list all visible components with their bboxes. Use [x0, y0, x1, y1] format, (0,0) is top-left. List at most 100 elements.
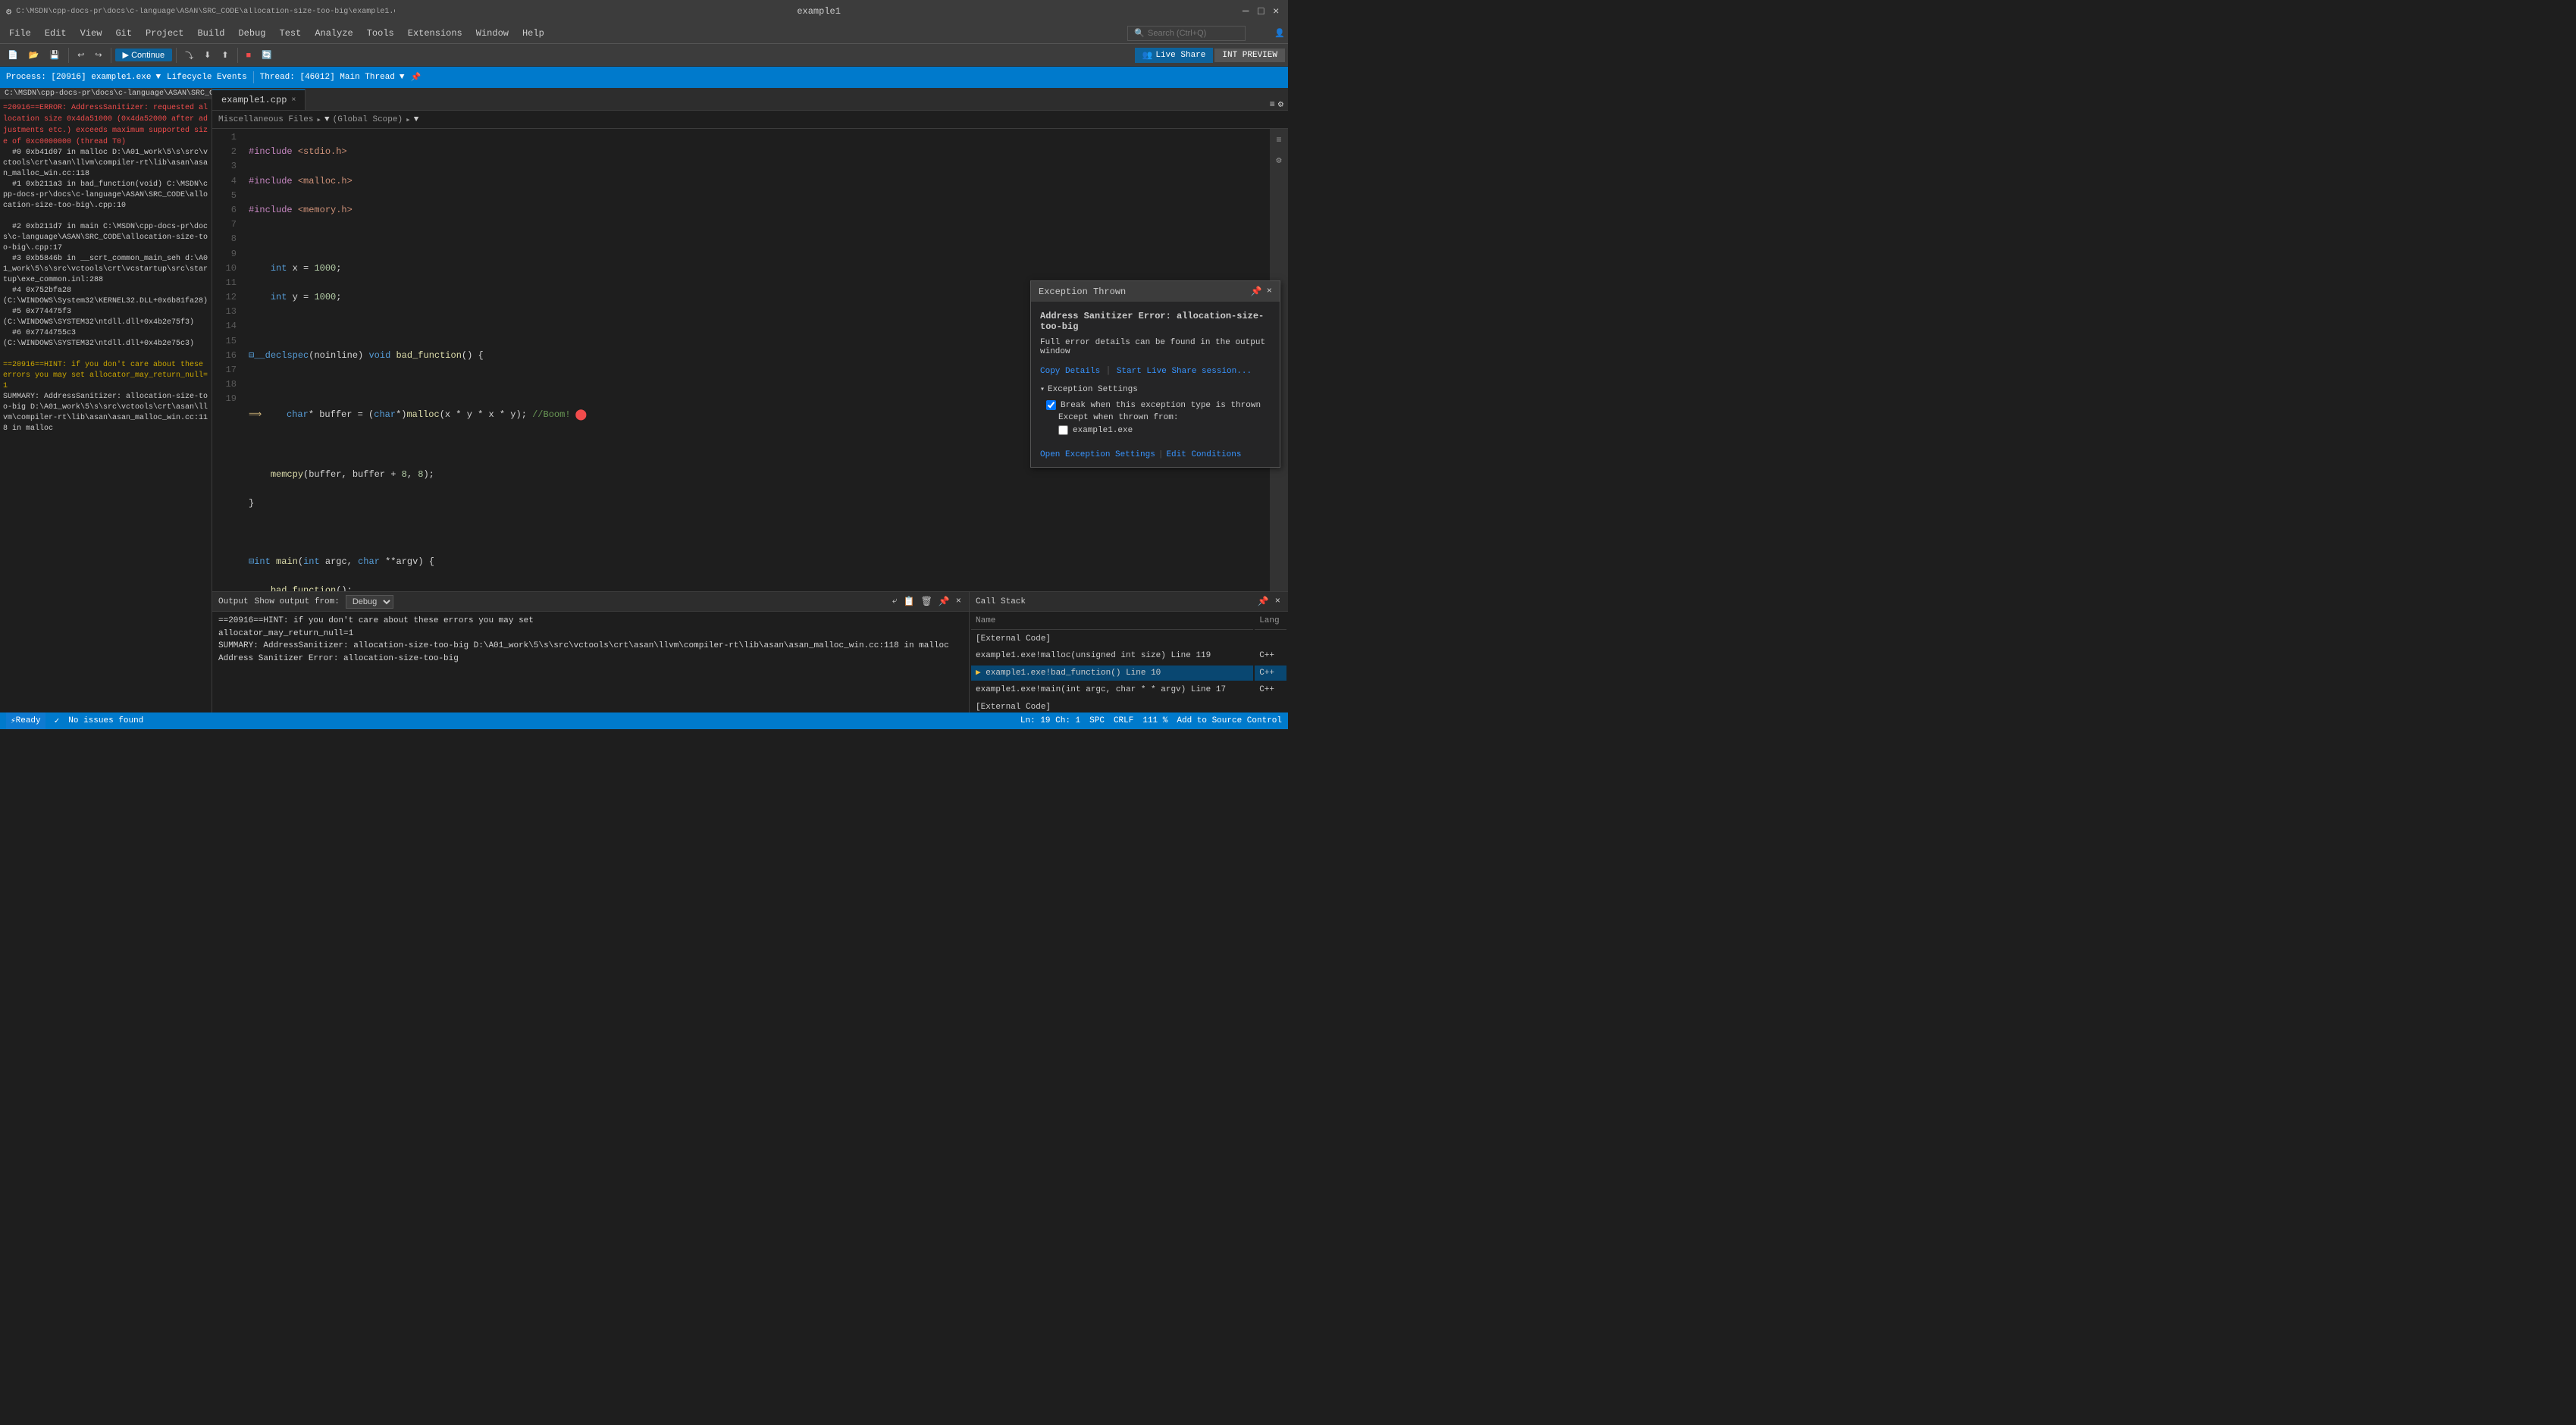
call-stack-row-2[interactable]: ▶ example1.exe!bad_function() Line 10 C+… — [971, 666, 1286, 681]
menu-help[interactable]: Help — [516, 25, 550, 42]
output-clear-btn[interactable]: 🗑 — [920, 594, 934, 609]
call-stack-row-3[interactable]: example1.exe!main(int argc, char * * arg… — [971, 682, 1286, 698]
toolbar-btn-new[interactable]: 📄 — [3, 49, 23, 61]
status-encoding[interactable]: SPC — [1089, 716, 1105, 725]
output-show-label: Show output from: — [255, 597, 340, 606]
breadcrumb-files[interactable]: Miscellaneous Files — [218, 115, 313, 124]
status-issues[interactable]: No issues found — [68, 716, 143, 725]
example-exe-checkbox[interactable] — [1058, 425, 1068, 435]
search-bar[interactable]: 🔍 — [1127, 26, 1246, 41]
output-source-dropdown[interactable]: Debug — [346, 595, 393, 609]
call-stack-name-0: [External Code] — [971, 631, 1253, 647]
minimize-button[interactable]: ─ — [1243, 7, 1252, 16]
call-stack-row-4[interactable]: [External Code] — [971, 700, 1286, 713]
status-bar-right: Ln: 19 Ch: 1 SPC CRLF 111 % Add to Sourc… — [1020, 716, 1282, 725]
settings-triangle-icon: ▾ — [1040, 385, 1045, 394]
call-stack-row-1[interactable]: example1.exe!malloc(unsigned int size) L… — [971, 648, 1286, 664]
status-zoom[interactable]: 111 % — [1142, 716, 1167, 725]
title-bar-right[interactable]: ─ □ × — [1243, 7, 1282, 16]
toolbar-btn-step-over[interactable]: ⤵ — [180, 48, 198, 63]
output-pin-btn[interactable]: 📌 — [937, 594, 951, 609]
toolbar: 📄 📂 💾 ↩ ↪ ▶ Continue ⤵ ⬇ ⬆ ■ 🔄 👥 Live Sh… — [0, 44, 1288, 67]
toolbar-btn-step-out[interactable]: ⬆ — [217, 49, 233, 61]
status-ready[interactable]: ⚡ Ready — [6, 712, 45, 729]
menu-file[interactable]: File — [3, 25, 37, 42]
tab-close-button[interactable]: × — [291, 96, 296, 105]
menu-build[interactable]: Build — [191, 25, 230, 42]
menu-debug[interactable]: Debug — [232, 25, 271, 42]
menu-test[interactable]: Test — [274, 25, 308, 42]
settings-icon[interactable]: ⚙ — [1278, 99, 1283, 110]
debug-bar-pin[interactable]: 📌 — [411, 72, 426, 83]
main-layout: C:\MSDN\cpp-docs-pr\docs\c-language\ASAN… — [0, 88, 1288, 712]
process-info: Process: [20916] example1.exe ▼ — [6, 73, 161, 82]
int-preview-button[interactable]: INT PREVIEW — [1214, 49, 1285, 62]
toolbar-btn-restart[interactable]: 🔄 — [257, 49, 277, 61]
toolbar-btn-stop[interactable]: ■ — [242, 49, 256, 61]
call-stack-close-btn[interactable]: × — [1274, 594, 1282, 609]
menu-analyze[interactable]: Analyze — [309, 25, 359, 42]
output-panel-actions: ⤶ 📋 🗑 📌 × — [891, 594, 963, 609]
search-icon: 🔍 — [1134, 28, 1145, 39]
open-exception-settings-link[interactable]: Open Exception Settings — [1040, 450, 1155, 459]
call-stack-name-1: example1.exe!malloc(unsigned int size) L… — [971, 648, 1253, 664]
toolbar-btn-undo[interactable]: ↩ — [73, 49, 89, 61]
breadcrumb-sep1: ▸ — [316, 114, 321, 125]
breadcrumb-scope[interactable]: (Global Scope) — [333, 115, 403, 124]
sidebar-settings-icon[interactable]: ⚙ — [1273, 152, 1284, 169]
toolbar-sep1 — [68, 48, 69, 63]
terminal-path: C:\MSDN\cpp-docs-pr\docs\c-language\ASAN… — [0, 88, 212, 99]
lifecycle-label: Lifecycle Events — [167, 73, 247, 82]
code-editor[interactable]: 1 2 3 4 5 6 7 8 9 10 11 12 13 14 15 16 1… — [212, 129, 1288, 591]
exception-panel: Exception Thrown 📌 × Address Sanitizer E… — [1030, 280, 1280, 468]
exception-description: Full error details can be found in the o… — [1040, 338, 1271, 356]
edit-conditions-link[interactable]: Edit Conditions — [1166, 450, 1241, 459]
code-line-1: #include <stdio.h> — [249, 145, 1264, 159]
output-copy-btn[interactable]: 📋 — [902, 594, 917, 609]
call-stack-name-3: example1.exe!main(int argc, char * * arg… — [971, 682, 1253, 698]
menu-tools[interactable]: Tools — [361, 25, 400, 42]
status-position[interactable]: Ln: 19 Ch: 1 — [1020, 716, 1080, 725]
toolbar-btn-step-in[interactable]: ⬇ — [199, 49, 215, 61]
breadcrumb-scope-dropdown[interactable]: ▼ — [414, 115, 419, 124]
call-stack-actions: 📌 × — [1256, 594, 1282, 609]
except-when-label: Except when thrown from: — [1058, 413, 1178, 422]
add-to-source-control[interactable]: Add to Source Control — [1177, 716, 1282, 725]
toolbar-btn-debug-start[interactable]: ▶ Continue — [115, 49, 173, 61]
menu-edit[interactable]: Edit — [39, 25, 73, 42]
menu-window[interactable]: Window — [470, 25, 515, 42]
terminal-line-3: #1 0xb211a3 in bad_function(void) C:\MSD… — [3, 180, 208, 211]
live-share-button[interactable]: 👥 Live Share — [1135, 48, 1214, 63]
break-when-checkbox[interactable] — [1046, 400, 1056, 410]
maximize-button[interactable]: □ — [1258, 7, 1267, 16]
exception-pin-icon[interactable]: 📌 — [1251, 286, 1262, 297]
ready-label: Ready — [16, 716, 41, 725]
live-share-session-link[interactable]: Start Live Share session... — [1117, 367, 1252, 376]
menu-project[interactable]: Project — [139, 25, 190, 42]
call-stack-pin-btn[interactable]: 📌 — [1256, 594, 1271, 609]
status-line-ending[interactable]: CRLF — [1114, 716, 1133, 725]
menu-view[interactable]: View — [74, 25, 108, 42]
close-button[interactable]: × — [1273, 7, 1282, 16]
breadcrumb-dropdown[interactable]: ▼ — [324, 115, 330, 124]
search-input[interactable] — [1148, 29, 1239, 38]
output-wrap-btn[interactable]: ⤶ — [891, 594, 899, 609]
call-stack-row-0[interactable]: [External Code] — [971, 631, 1286, 647]
lifecycle-info: Lifecycle Events — [167, 73, 247, 82]
status-check-icon: ✓ — [55, 716, 60, 726]
toolbar-btn-redo[interactable]: ↪ — [90, 49, 106, 61]
solution-explorer-toggle[interactable]: ≡ — [1270, 99, 1275, 110]
tab-example1cpp[interactable]: example1.cpp × — [212, 89, 306, 110]
exception-header-icons[interactable]: 📌 × — [1251, 286, 1272, 297]
live-share-label: Live Share — [1155, 51, 1205, 60]
sidebar-collapse-icon[interactable]: ≡ — [1273, 132, 1284, 149]
exception-close-icon[interactable]: × — [1267, 286, 1272, 297]
user-avatar-area: 👤 — [1247, 28, 1285, 39]
menu-extensions[interactable]: Extensions — [402, 25, 469, 42]
output-close-btn[interactable]: × — [954, 594, 963, 609]
menu-git[interactable]: Git — [109, 25, 138, 42]
copy-details-link[interactable]: Copy Details — [1040, 367, 1100, 376]
toolbar-btn-open[interactable]: 📂 — [24, 49, 44, 61]
toolbar-btn-save[interactable]: 💾 — [45, 49, 64, 61]
title-bar-left: ⚙ C:\MSDN\cpp-docs-pr\docs\c-language\AS… — [6, 6, 395, 17]
